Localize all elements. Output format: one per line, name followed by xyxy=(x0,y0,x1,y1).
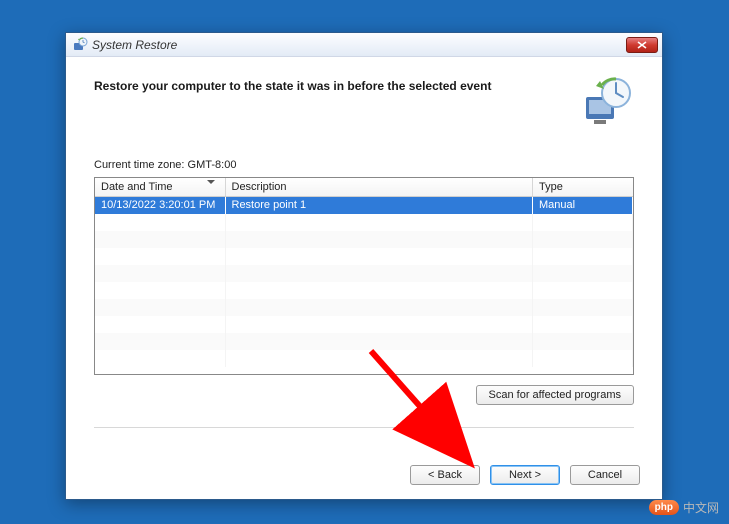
close-button[interactable] xyxy=(626,37,658,53)
window-title: System Restore xyxy=(92,38,626,52)
cancel-button[interactable]: Cancel xyxy=(570,465,640,485)
table-row-empty xyxy=(95,333,633,350)
cell-datetime: 10/13/2022 3:20:01 PM xyxy=(95,197,225,214)
table-row-empty xyxy=(95,350,633,367)
restore-points-table[interactable]: Date and Time Description Type 10/13/202… xyxy=(94,177,634,375)
timezone-label: Current time zone: GMT-8:00 xyxy=(94,159,634,171)
column-header-type[interactable]: Type xyxy=(533,178,633,197)
back-button[interactable]: < Back xyxy=(410,465,480,485)
system-restore-icon xyxy=(72,37,88,53)
watermark-text: 中文网 xyxy=(683,499,719,516)
table-row-empty xyxy=(95,299,633,316)
table-row[interactable]: 10/13/2022 3:20:01 PM Restore point 1 Ma… xyxy=(95,197,633,214)
watermark: php 中文网 xyxy=(649,499,719,516)
next-button[interactable]: Next > xyxy=(490,465,560,485)
cell-type: Manual xyxy=(533,197,633,214)
sort-descending-icon xyxy=(207,180,215,184)
table-row-empty xyxy=(95,316,633,333)
titlebar: System Restore xyxy=(66,33,662,57)
column-header-description[interactable]: Description xyxy=(225,178,533,197)
table-row-empty xyxy=(95,282,633,299)
wizard-buttons: < Back Next > Cancel xyxy=(410,465,640,485)
system-restore-dialog: System Restore Restore your computer to … xyxy=(65,32,663,500)
table-row-empty xyxy=(95,214,633,231)
watermark-badge: php xyxy=(649,500,679,515)
column-header-datetime[interactable]: Date and Time xyxy=(95,178,225,197)
table-row-empty xyxy=(95,231,633,248)
restore-large-icon xyxy=(580,75,634,129)
table-row-empty xyxy=(95,265,633,282)
dialog-content: Restore your computer to the state it wa… xyxy=(66,57,662,499)
cell-description: Restore point 1 xyxy=(225,197,533,214)
divider xyxy=(94,427,634,428)
page-heading: Restore your computer to the state it wa… xyxy=(94,75,568,93)
scan-affected-programs-button[interactable]: Scan for affected programs xyxy=(476,385,634,405)
column-label: Date and Time xyxy=(101,181,173,193)
table-row-empty xyxy=(95,248,633,265)
